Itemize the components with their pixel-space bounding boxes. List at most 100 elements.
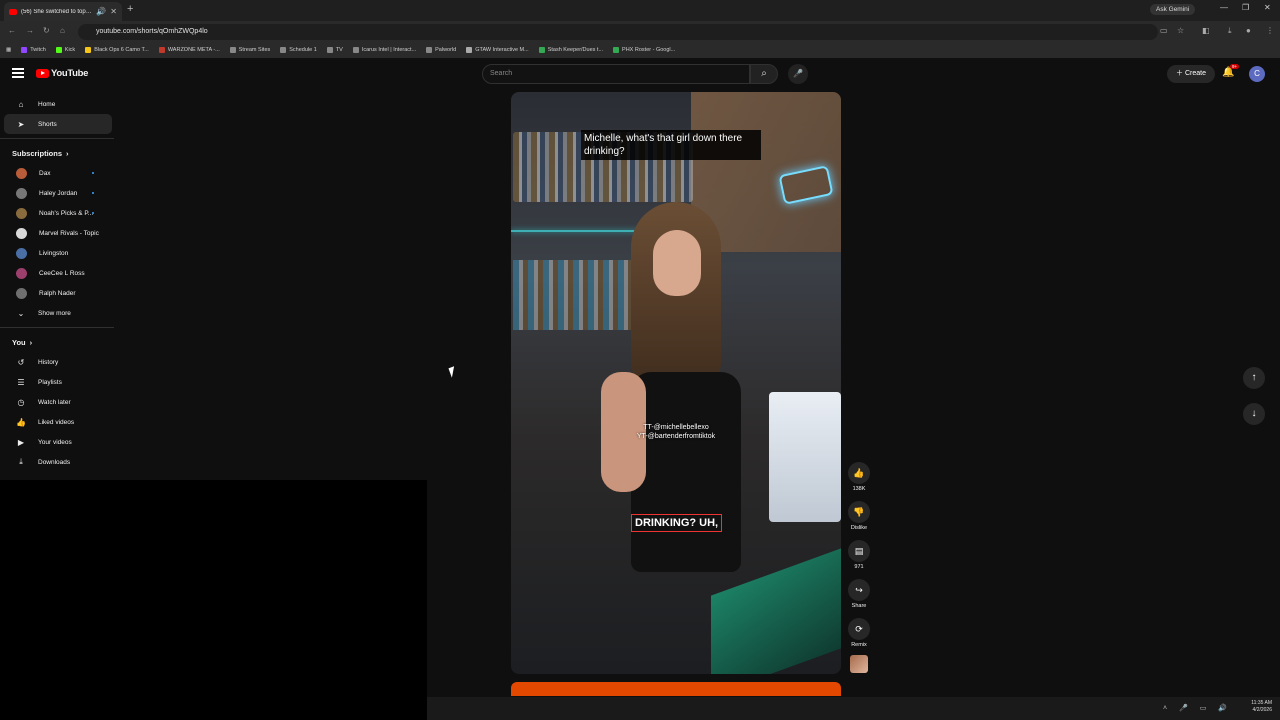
microphone-icon[interactable]: 🎤 [788,64,808,84]
bookmark-favicon-icon [466,47,473,53]
bookmark-item[interactable]: GTAW Interactive M... [466,47,529,53]
search-input[interactable]: Search [482,64,750,84]
divider [0,138,114,139]
back-icon[interactable]: ← [8,26,16,35]
subscription-item[interactable]: Marvel Rivals - Topic [4,223,112,243]
bookmark-item[interactable]: TV [326,47,343,53]
home-icon[interactable]: ⌂ [60,26,65,35]
browser-menu-icon[interactable]: ⋮ [1266,26,1274,35]
thumbs-down-icon[interactable]: 👎 [848,501,870,523]
bookmark-item[interactable]: Stash Keeper/Dues t... [538,47,603,53]
bookmark-item[interactable]: Stream Sites [229,47,270,53]
subscription-item[interactable]: Livingston [4,243,112,263]
youtube-logo[interactable]: YouTube [36,68,88,79]
bookmark-item[interactable]: Twitch [21,47,46,53]
window-close-icon[interactable]: ✕ [1264,3,1271,12]
freezer-scene [769,392,841,522]
new-tab-button[interactable]: + [127,3,133,15]
bookmark-favicon-icon [158,47,165,53]
subscription-label: Dax [39,169,51,177]
ask-gemini-button[interactable]: Ask Gemini [1150,4,1196,15]
bookmark-favicon-icon [229,47,236,53]
bookmark-favicon-icon [280,47,287,53]
bookmark-label: GTAW Interactive M... [475,47,529,53]
sidebar: ⌂ Home ➤ Shorts Subscriptions › Dax Haley Jorda… [0,94,116,472]
sidebar-item-playlists[interactable]: ☰ Playlists [4,372,112,392]
sidebar-item-liked-videos[interactable]: 👍 Liked videos [4,412,112,432]
restore-icon[interactable]: ❐ [1242,3,1249,12]
previous-short-arrow-icon[interactable]: ↑ [1243,367,1265,389]
comments-button[interactable]: ▤ 971 [846,540,872,579]
install-icon[interactable]: ▭ [1160,26,1168,35]
remix-button[interactable]: ⟳ Remix [846,618,872,657]
share-button[interactable]: ↪ Share [846,579,872,618]
youtube-play-icon [36,69,49,78]
subscriptions-title: Subscriptions [12,148,63,158]
system-tray-icons[interactable]: ˄ 🎤 ▭ 🔊 [1163,704,1232,712]
bookmark-item[interactable]: Palworld [426,47,456,53]
subscription-label: Marvel Rivals - Topic [39,229,99,237]
account-avatar[interactable]: C [1249,66,1265,82]
reload-icon[interactable]: ↻ [43,26,50,35]
new-content-dot [92,212,94,214]
you-header[interactable]: You › [0,332,116,352]
bookmark-item[interactable]: Icarus Intel | Interact... [352,47,416,53]
sidebar-item-downloads[interactable]: ⤓ Downloads [4,452,112,472]
caption-mid: DRINKING? UH, [631,514,723,532]
sidebar-item-label: Watch later [38,398,71,406]
bookmark-item[interactable]: WARZONE META -... [158,47,220,53]
apps-icon[interactable]: ▦ [6,47,11,53]
next-short-arrow-icon[interactable]: ↓ [1243,403,1265,425]
sidebar-item-history[interactable]: ↺ History [4,352,112,372]
like-button[interactable]: 👍 138K [846,462,872,501]
subscription-item[interactable]: Ralph Nader [4,283,112,303]
youtube-page: YouTube Search ⌕ 🎤 ＋ Create 🔔 9+ C ⌂ Home… [0,58,1280,720]
subscriptions-header[interactable]: Subscriptions › [0,143,116,163]
show-more-button[interactable]: ⌄ Show more [4,303,112,323]
tab-close-icon[interactable]: ✕ [110,7,117,16]
subscription-item[interactable]: Haley Jordan [4,183,112,203]
channel-avatar [16,267,27,279]
dislike-button[interactable]: 👎 Dislike [846,501,872,540]
guide-menu-icon[interactable] [12,68,24,78]
bookmark-item[interactable]: Schedule 1 [280,47,317,53]
subscription-item[interactable]: Noah's Picks & P... [4,203,112,223]
subscription-item[interactable]: Dax [4,163,112,183]
divider [0,327,114,328]
subscription-item[interactable]: CeeCee L Ross [4,263,112,283]
bookmark-star-icon[interactable]: ☆ [1177,26,1184,35]
url-input[interactable]: youtube.com/shorts/qOmhZWQp4lo [78,24,1158,40]
thumbs-up-icon[interactable]: 👍 [848,462,870,484]
sidebar-item-shorts[interactable]: ➤ Shorts [4,114,112,134]
search-icon[interactable]: ⌕ [750,64,778,84]
sidebar-item-label: Your videos [38,438,72,446]
profile-icon[interactable]: ● [1246,26,1251,35]
extensions-icon[interactable]: ◧ [1202,26,1210,35]
comment-icon[interactable]: ▤ [848,540,870,562]
bookmark-item[interactable]: PHX Roster - Googl... [613,47,675,53]
speaker-icon[interactable]: 🔊 [96,7,106,16]
remix-icon[interactable]: ⟳ [848,618,870,640]
home-icon: ⌂ [18,99,24,109]
sidebar-item-your-videos[interactable]: ▶ Your videos [4,432,112,452]
short-video-player[interactable]: Michelle, what's that girl down there dr… [511,92,841,674]
taskbar-clock[interactable]: 11:35 AM 4/2/2026 [1251,700,1272,714]
sound-thumbnail[interactable] [850,655,868,673]
chevron-right-icon: › [29,337,33,347]
watermark-line-1: TT-@michellebellexo [643,424,709,431]
create-button[interactable]: ＋ Create [1167,65,1215,83]
channel-avatar [16,167,27,179]
browser-tab[interactable]: (56) She switched to top sh 🔊 ✕ [4,2,122,21]
forward-icon[interactable]: → [26,26,34,35]
watch-later-icon: ◷ [17,397,25,407]
next-short-preview[interactable] [511,682,841,696]
downloads-icon[interactable]: ⤓ [1228,26,1232,36]
bookmark-item[interactable]: Kick [55,47,75,53]
downloads-icon: ⤓ [19,457,23,466]
sidebar-item-home[interactable]: ⌂ Home [4,94,112,114]
sidebar-item-watch-later[interactable]: ◷ Watch later [4,392,112,412]
minimize-icon[interactable]: — [1220,3,1228,12]
bookmark-item[interactable]: Black Ops 6 Camo T... [85,47,149,53]
bookmark-label: PHX Roster - Googl... [622,47,676,53]
share-icon[interactable]: ↪ [848,579,870,601]
